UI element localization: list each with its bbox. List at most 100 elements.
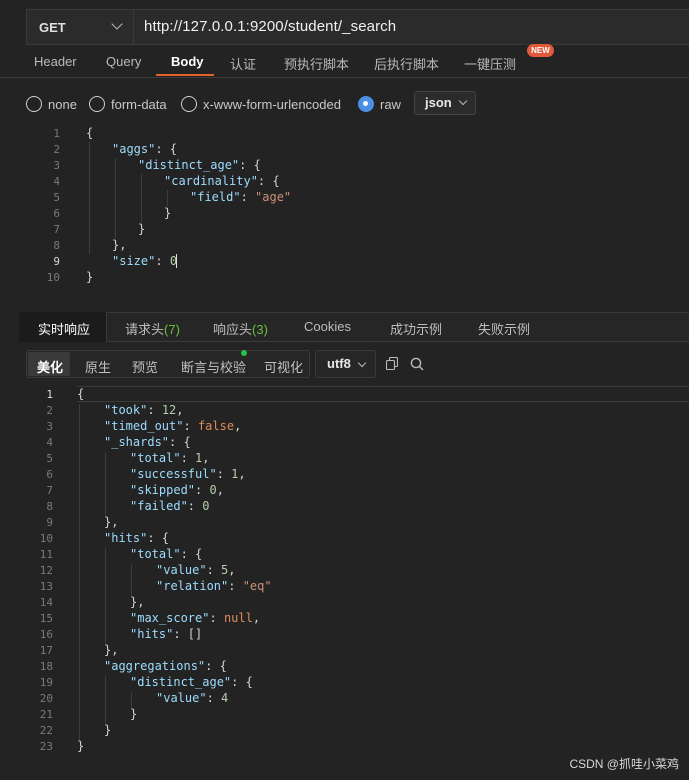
line-number: 16 xyxy=(39,628,53,641)
tab-success-example[interactable]: 成功示例 xyxy=(390,319,442,338)
body-type-radios: none form-data x-www-form-urlencoded raw xyxy=(0,88,689,120)
line-number: 21 xyxy=(39,708,53,721)
method-label: GET xyxy=(39,19,66,35)
method-select[interactable]: GET xyxy=(27,10,134,44)
code-line: "max_score": null, xyxy=(130,611,261,625)
indent-guide xyxy=(79,404,80,740)
chevron-down-icon xyxy=(357,358,367,368)
code-line: "value": 5, xyxy=(156,563,236,577)
line-number: 12 xyxy=(39,564,53,577)
view-visualize[interactable]: 可视化 xyxy=(264,357,303,376)
radio-icon xyxy=(89,96,105,112)
tab-pre-script[interactable]: 预执行脚本 xyxy=(284,54,349,73)
encoding-label: utf8 xyxy=(327,356,351,371)
code-line: "field": "age" xyxy=(190,190,292,204)
radio-urlencoded[interactable]: x-www-form-urlencoded xyxy=(181,96,341,112)
radio-label: none xyxy=(48,96,77,112)
code-line: "total": { xyxy=(130,547,203,561)
chevron-down-icon xyxy=(111,18,123,30)
search-icon[interactable] xyxy=(410,357,424,371)
tab-cookies[interactable]: Cookies xyxy=(304,319,351,334)
code-line: }, xyxy=(104,643,119,657)
code-line: } xyxy=(138,222,146,236)
response-tabs xyxy=(19,312,689,342)
line-number: 5 xyxy=(46,452,53,465)
radio-raw[interactable]: raw xyxy=(358,96,401,112)
view-assertion[interactable]: 断言与校验 xyxy=(181,357,246,376)
code-line: } xyxy=(77,739,85,753)
code-line: "failed": 0 xyxy=(130,499,210,513)
line-number: 6 xyxy=(46,468,53,481)
indent-guide xyxy=(105,548,106,644)
tab-post-script[interactable]: 后执行脚本 xyxy=(374,54,439,73)
code-line: { xyxy=(86,126,94,140)
line-number: 23 xyxy=(39,740,53,753)
chevron-down-icon xyxy=(458,96,468,106)
line-number: 11 xyxy=(39,548,53,561)
line-number: 2 xyxy=(53,143,60,156)
radio-icon xyxy=(181,96,197,112)
view-beautify[interactable]: 美化 xyxy=(37,357,63,376)
url-input[interactable]: http://127.0.0.1:9200/student/_search xyxy=(144,18,396,35)
code-line: "size": 0 xyxy=(112,254,178,268)
active-tab-underline xyxy=(156,74,214,76)
code-line: "aggs": { xyxy=(112,142,178,156)
code-line: "timed_out": false, xyxy=(104,419,242,433)
line-number: 14 xyxy=(39,596,53,609)
line-number: 3 xyxy=(46,420,53,433)
code-line: } xyxy=(164,206,172,220)
tab-request-headers[interactable]: 请求头(7) xyxy=(125,319,180,338)
indent-guide xyxy=(105,676,106,724)
count-badge: (7) xyxy=(164,322,180,337)
code-line: "hits": [] xyxy=(130,627,203,641)
tab-query[interactable]: Query xyxy=(106,54,141,69)
code-line: "distinct_age": { xyxy=(130,675,253,689)
line-number: 17 xyxy=(39,644,53,657)
tab-body[interactable]: Body xyxy=(171,54,204,69)
line-number: 10 xyxy=(39,532,53,545)
code-line: "total": 1, xyxy=(130,451,210,465)
tab-realtime-response[interactable]: 实时响应 xyxy=(38,319,90,338)
line-number: 15 xyxy=(39,612,53,625)
code-line: "distinct_age": { xyxy=(138,158,261,172)
tab-load-test[interactable]: 一键压测 xyxy=(464,54,516,73)
view-raw[interactable]: 原生 xyxy=(85,357,111,376)
line-number: 8 xyxy=(53,239,60,252)
line-number: 5 xyxy=(53,191,60,204)
watermark: CSDN @抓哇小菜鸡 xyxy=(569,757,679,771)
body-format-select[interactable]: json xyxy=(414,91,476,115)
encoding-select[interactable]: utf8 xyxy=(315,350,376,378)
line-number: 19 xyxy=(39,676,53,689)
code-line: "successful": 1, xyxy=(130,467,246,481)
code-line: { xyxy=(77,387,85,401)
line-number: 10 xyxy=(46,271,60,284)
line-number: 22 xyxy=(39,724,53,737)
tab-fail-example[interactable]: 失败示例 xyxy=(478,319,530,338)
line-number: 1 xyxy=(46,388,53,401)
code-line: } xyxy=(130,707,138,721)
tab-response-headers[interactable]: 响应头(3) xyxy=(213,319,268,338)
code-line: } xyxy=(86,270,94,284)
radio-none[interactable]: none xyxy=(26,96,77,112)
count-badge: (3) xyxy=(252,322,268,337)
copy-icon[interactable] xyxy=(386,357,398,370)
tab-auth[interactable]: 认证 xyxy=(230,54,256,73)
line-number: 4 xyxy=(53,175,60,188)
code-line: "aggregations": { xyxy=(104,659,227,673)
indent-guide xyxy=(131,692,132,708)
code-line: "value": 4 xyxy=(156,691,229,705)
code-line: "_shards": { xyxy=(104,435,191,449)
line-number: 2 xyxy=(46,404,53,417)
code-line: } xyxy=(104,723,112,737)
tab-header[interactable]: Header xyxy=(34,54,77,69)
line-number: 1 xyxy=(53,127,60,140)
indent-guide xyxy=(141,174,142,222)
code-line: "relation": "eq" xyxy=(156,579,272,593)
url-bar: GET http://127.0.0.1:9200/student/_searc… xyxy=(0,0,689,48)
radio-form-data[interactable]: form-data xyxy=(89,96,167,112)
line-number: 7 xyxy=(46,484,53,497)
tab-label: 响应头 xyxy=(213,322,253,337)
view-preview[interactable]: 预览 xyxy=(132,357,158,376)
text-cursor xyxy=(176,254,178,268)
indent-guide xyxy=(131,564,132,596)
